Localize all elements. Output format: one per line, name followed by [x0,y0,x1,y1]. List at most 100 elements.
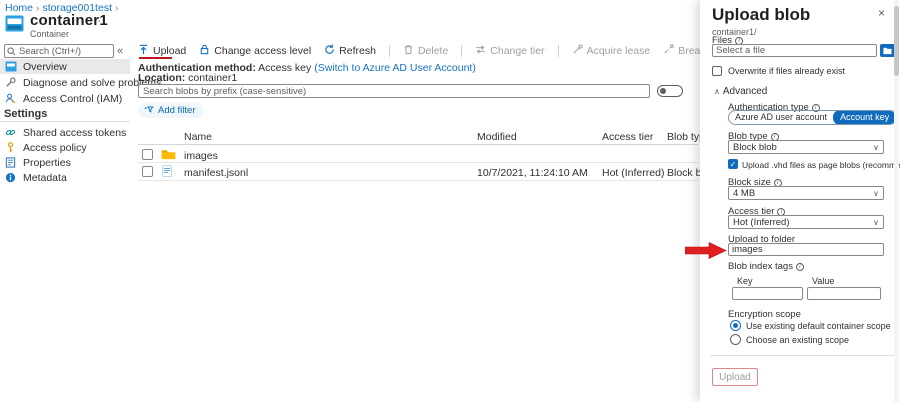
encryption-scope-label: Encryption scope [728,309,801,320]
advanced-label: Advanced [723,86,767,97]
sidebar-item-label: Overview [23,61,67,73]
sidebar-item-properties[interactable]: Properties [0,155,130,170]
blob-name[interactable]: images [184,150,218,162]
sidebar-collapse-button[interactable]: « [117,45,123,57]
vhd-checkbox[interactable]: ✓ [728,159,738,169]
iam-icon [5,93,17,105]
switch-auth-link[interactable]: (Switch to Azure AD User Account) [314,62,476,74]
chevron-down-icon: ∨ [873,143,879,152]
auth-method-value: Access key [258,62,311,74]
page-subtitle: Container [30,29,69,39]
azure-portal-container-page: Home›storage001test› container1 ··· Cont… [0,0,900,402]
container-icon [5,15,24,35]
info-icon: i [796,263,804,271]
toolbar-label: Acquire lease [587,45,651,57]
refresh-icon [324,44,335,58]
file-icon [162,165,172,180]
add-filter-label: Add filter [158,105,196,116]
sidebar-item-shared-access-tokens[interactable]: Shared access tokens [0,125,130,140]
metadata-info-icon [5,172,17,184]
tag-key-input[interactable] [732,287,803,300]
blob-type-value: Block blob [733,142,777,153]
tag-value-input[interactable] [807,287,881,300]
acquire-lease-icon [572,44,583,58]
chevron-up-icon: ∧ [714,87,720,96]
row-checkbox[interactable] [142,149,153,160]
sidebar-item-label: Access policy [23,142,87,154]
panel-scrollbar[interactable] [894,0,899,402]
sidebar-item-access-policy[interactable]: Access policy [0,140,130,155]
sidebar-item-diagnose[interactable]: Diagnose and solve problems [0,75,130,90]
upload-to-folder-input[interactable] [728,243,884,256]
diagnose-icon [5,77,17,89]
location-label: Location: [138,72,185,84]
blob-modified: 10/7/2021, 11:24:10 AM [477,167,588,179]
blob-name[interactable]: manifest.jsonl [184,167,248,179]
close-icon[interactable]: × [878,6,885,20]
breadcrumb-home[interactable]: Home [5,2,33,14]
toolbar-label: Change access level [214,45,311,57]
delete-button[interactable]: Delete [403,44,448,58]
break-lease-icon [663,44,674,58]
add-filter-button[interactable]: Add filter [138,103,204,118]
encryption-default-label: Use existing default container scope [746,321,891,331]
overwrite-label: Overwrite if files already exist [728,66,845,76]
refresh-button[interactable]: Refresh [324,44,376,58]
acquire-lease-button[interactable]: Acquire lease [572,44,651,58]
toolbar-divider [558,45,559,57]
sidebar-search-input[interactable] [4,44,114,58]
sidebar-item-label: Metadata [23,172,67,184]
sidebar-item-metadata[interactable]: Metadata [0,170,130,185]
toolbar-label: Upload [153,45,186,57]
file-select-input[interactable] [712,44,877,57]
container-icon [5,61,17,73]
folder-icon [161,149,176,163]
toggle-knob [660,88,666,94]
sidebar-item-label: Properties [23,157,71,169]
add-filter-icon [144,104,154,117]
access-tier-select[interactable]: Hot (Inferred) ∨ [728,215,884,229]
upload-button[interactable]: Upload [138,44,186,58]
browse-files-button[interactable] [880,44,895,57]
auth-type-pill-toggle: Azure AD user account Account key [728,110,897,125]
scrollbar-thumb[interactable] [894,6,899,76]
column-header-modified[interactable]: Modified [477,131,517,143]
trash-icon [403,44,414,58]
blob-prefix-search-input[interactable] [138,84,650,98]
tags-label-text: Blob index tags [728,261,793,272]
vhd-label: Upload .vhd files as page blobs (recomme… [742,160,900,170]
row-checkbox[interactable] [142,166,153,177]
advanced-accordion[interactable]: ∧ Advanced [714,86,767,97]
blob-type-select[interactable]: Block blob ∨ [728,140,884,154]
lock-icon [199,44,210,58]
table-header-divider [138,144,698,145]
auth-option-azure-ad[interactable]: Azure AD user account [729,111,833,124]
overwrite-checkbox[interactable] [712,66,722,76]
encryption-default-radio[interactable] [730,320,741,331]
sidebar-divider [0,121,130,122]
encryption-existing-radio[interactable] [730,334,741,345]
panel-divider [710,355,895,356]
panel-upload-button[interactable]: Upload [712,368,758,386]
column-header-name[interactable]: Name [184,131,212,143]
change-tier-icon [475,44,486,58]
change-tier-button[interactable]: Change tier [475,44,544,58]
tags-key-header: Key [737,276,753,286]
folder-icon [883,47,892,55]
key-icon [5,142,17,154]
block-size-select[interactable]: 4 MB ∨ [728,186,884,200]
auth-option-account-key[interactable]: Account key [833,110,896,125]
chevron-down-icon: ∨ [873,189,879,198]
show-deleted-toggle[interactable] [657,85,683,97]
sidebar-item-label: Access Control (IAM) [23,93,122,105]
more-menu-icon[interactable]: ··· [88,15,102,27]
panel-title: Upload blob [712,5,810,25]
blob-access-tier: Hot (Inferred) [602,167,664,179]
change-access-level-button[interactable]: Change access level [199,44,311,58]
upload-icon [138,44,149,58]
row-divider [138,162,698,163]
column-header-access-tier[interactable]: Access tier [602,131,653,143]
upload-underline-annotation [139,57,172,59]
sidebar-item-access-control[interactable]: Access Control (IAM) [0,91,130,106]
sidebar-item-overview[interactable]: Overview [0,59,130,74]
